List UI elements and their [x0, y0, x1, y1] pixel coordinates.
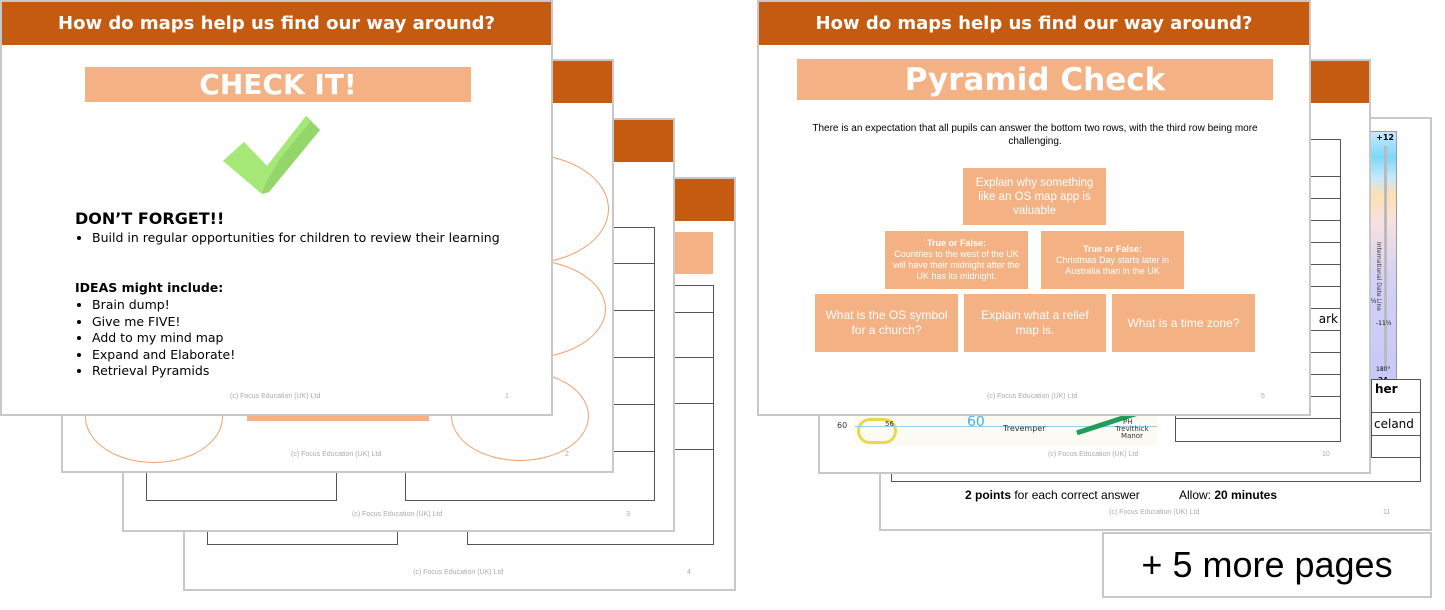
- map-label: Trevemper: [1003, 424, 1046, 433]
- list-item: Give me FIVE!: [92, 314, 512, 331]
- pyramid-bottom-block-3: What is a time zone?: [1112, 294, 1255, 352]
- pyramid-check-banner: Pyramid Check: [797, 59, 1273, 100]
- more-pages-badge[interactable]: + 5 more pages: [1102, 532, 1432, 598]
- allow-label: Allow:: [1179, 488, 1215, 502]
- pyramid-middle-block-2: True or False: Christmas Day starts late…: [1041, 231, 1184, 289]
- map-bottom-label: 180°: [1376, 366, 1391, 373]
- list-item: Expand and Elaborate!: [92, 347, 512, 364]
- scoring-rest: for each correct answer: [1011, 488, 1140, 502]
- slide-header: How do maps help us find our way around?: [2, 2, 551, 45]
- dont-forget-heading: DON’T FORGET!!: [75, 209, 225, 228]
- pyramid-intro: There is an expectation that all pupils …: [812, 123, 1258, 147]
- slide-5-thumbnail[interactable]: How do maps help us find our way around?…: [757, 0, 1311, 416]
- slide-footer: (c) Focus Education (UK) Ltd: [352, 511, 443, 518]
- check-it-banner: CHECK IT!: [85, 67, 471, 102]
- slide-footer: (c) Focus Education (UK) Ltd: [291, 451, 382, 458]
- pyramid-top-block: Explain why something like an OS map app…: [963, 168, 1106, 225]
- table-cell: [1371, 435, 1421, 458]
- list-item: Brain dump!: [92, 297, 512, 314]
- slide-1-thumbnail[interactable]: How do maps help us find our way around?…: [0, 0, 553, 416]
- scoring-points: 2 points: [965, 488, 1012, 502]
- page-number: 2: [565, 451, 569, 458]
- pyramid-bottom-block-1: What is the OS symbol for a church?: [815, 294, 958, 352]
- slide-footer: (c) Focus Education (UK) Ltd: [987, 393, 1078, 400]
- pyramid-bottom-block-2: Explain what a relief map is.: [964, 294, 1106, 352]
- ideas-list: Brain dump! Give me FIVE! Add to my mind…: [75, 297, 512, 380]
- map-top-label: +12: [1376, 133, 1394, 142]
- block-text: Countries to the west of the UK will hav…: [893, 249, 1020, 281]
- map-label: 56: [885, 420, 894, 428]
- map-grid-number: 60: [837, 421, 848, 430]
- map-label: -11½: [1376, 320, 1392, 327]
- checkmark-icon: [223, 116, 320, 194]
- scoring-note: 2 points for each correct answer: [965, 488, 1140, 502]
- slide-footer: (c) Focus Education (UK) Ltd: [1048, 451, 1139, 458]
- map-label: Trevithick Manor: [1115, 425, 1149, 440]
- page-number: 4: [687, 569, 691, 576]
- page-number: 10: [1322, 451, 1330, 458]
- allow-value: 20 minutes: [1214, 488, 1278, 502]
- block-text: Christmas Day starts later in Australia …: [1055, 254, 1170, 276]
- page-number: 5: [1261, 393, 1265, 400]
- slide-footer: (c) Focus Education (UK) Ltd: [230, 393, 321, 400]
- block-label: True or False:: [926, 238, 987, 248]
- page-number: 1: [505, 393, 509, 400]
- os-map-extract: 56 60 Trevemper PH Trevithick Manor: [855, 416, 1157, 446]
- date-line: [1384, 146, 1387, 368]
- pyramid-middle-block-1: True or False: Countries to the west of …: [885, 231, 1028, 289]
- table-cell: [1175, 418, 1341, 442]
- list-item: Retrieval Pyramids: [92, 363, 512, 380]
- page-number: 3: [626, 511, 630, 518]
- page-number: 11: [1383, 509, 1391, 516]
- ideas-heading: IDEAS might include:: [75, 280, 224, 295]
- table-header-cell: her: [1371, 379, 1421, 413]
- list-item: Build in regular opportunities for child…: [92, 230, 512, 246]
- map-label: 60: [967, 416, 985, 430]
- dont-forget-list: Build in regular opportunities for child…: [75, 230, 512, 246]
- slide-footer: (c) Focus Education (UK) Ltd: [413, 569, 504, 576]
- slide-footer: (c) Focus Education (UK) Ltd: [1109, 509, 1200, 516]
- block-label: True or False:: [1082, 243, 1143, 254]
- list-item: Add to my mind map: [92, 330, 512, 347]
- slide-header: How do maps help us find our way around?: [759, 2, 1309, 45]
- time-allowance: Allow: 20 minutes: [1179, 488, 1277, 502]
- table-cell-highlight: celand: [1371, 412, 1421, 436]
